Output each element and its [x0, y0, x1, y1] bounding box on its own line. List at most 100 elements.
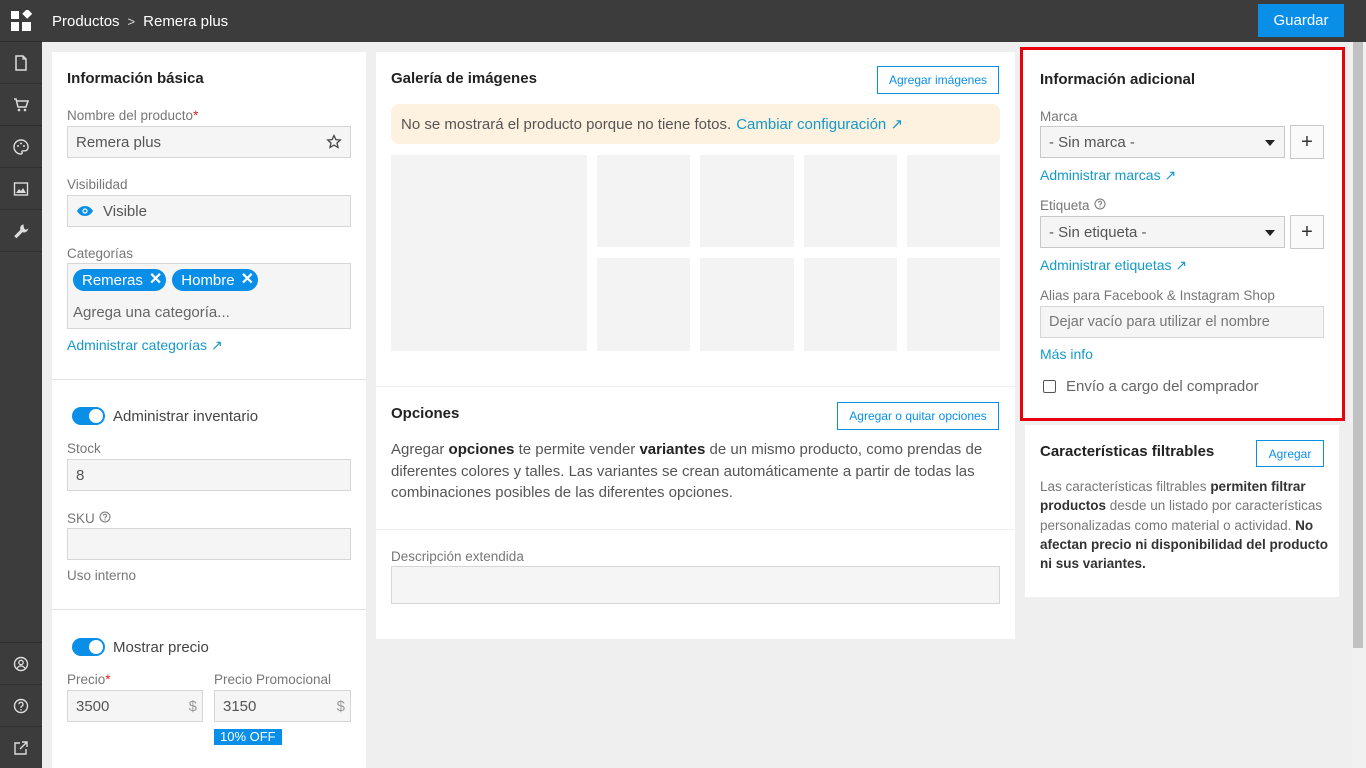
brand-select[interactable]: - Sin marca -: [1040, 126, 1285, 158]
more-info-link[interactable]: Más info: [1040, 346, 1093, 362]
show-price-label: Mostrar precio: [113, 638, 209, 656]
image-slot[interactable]: [804, 155, 897, 247]
buyer-shipping-row: Envío a cargo del comprador: [1043, 378, 1259, 395]
sku-input[interactable]: [67, 528, 351, 560]
inventory-toggle-label: Administrar inventario: [113, 407, 259, 425]
categories-input[interactable]: Remeras ✕ Hombre ✕ Agrega una categoría...: [67, 263, 351, 329]
description-panel: Descripción extendida: [376, 530, 1015, 639]
account-icon[interactable]: [0, 642, 42, 684]
additional-info-panel: Información adicional Marca - Sin marca …: [1020, 47, 1345, 421]
price-value: 3500: [76, 697, 110, 715]
help-icon[interactable]: [1094, 198, 1106, 213]
inventory-toggle[interactable]: [72, 407, 105, 425]
description-input[interactable]: [391, 566, 1000, 604]
tag-label: Etiqueta: [1040, 198, 1106, 213]
image-icon[interactable]: [0, 168, 42, 210]
palette-icon[interactable]: [0, 126, 42, 168]
vertical-scrollbar[interactable]: [1350, 42, 1366, 768]
filterable-features-description: Las características filtrables permiten …: [1040, 479, 1329, 572]
image-slot-main[interactable]: [391, 155, 587, 351]
breadcrumb: Productos > Remera plus: [52, 13, 228, 30]
categories-label: Categorías: [67, 246, 134, 261]
left-rail: [0, 0, 42, 768]
add-feature-button[interactable]: Agregar: [1256, 440, 1324, 467]
image-slot[interactable]: [700, 258, 794, 351]
scrollbar-thumb[interactable]: [1353, 42, 1363, 648]
buyer-shipping-checkbox[interactable]: [1043, 380, 1056, 393]
logo-icon[interactable]: [0, 0, 42, 42]
currency-symbol: $: [188, 697, 197, 715]
price-input[interactable]: 3500 $: [67, 690, 203, 722]
tag-select[interactable]: - Sin etiqueta -: [1040, 216, 1285, 248]
options-title: Opciones: [391, 405, 460, 422]
wrench-icon[interactable]: [0, 210, 42, 252]
options-panel: Opciones Agregar o quitar opciones Agreg…: [376, 387, 1015, 529]
add-tag-button[interactable]: +: [1290, 215, 1324, 249]
category-tag-label: Remeras: [82, 271, 143, 289]
eye-icon: [76, 205, 94, 217]
category-tag: Hombre ✕: [172, 269, 259, 291]
filterable-features-title: Características filtrables: [1040, 443, 1215, 460]
manage-brands-link[interactable]: Administrar marcas ↗: [1040, 167, 1176, 184]
remove-tag-icon[interactable]: ✕: [149, 272, 162, 288]
image-slot[interactable]: [907, 155, 1000, 247]
divider: [52, 379, 366, 380]
gallery-title: Galería de imágenes: [391, 70, 537, 87]
stock-input[interactable]: 8: [67, 459, 351, 491]
breadcrumb-current: Remera plus: [143, 12, 229, 30]
stock-value: 8: [76, 466, 85, 484]
price-label: Precio*: [67, 672, 111, 687]
sku-help-text: Uso interno: [67, 568, 137, 583]
image-slot[interactable]: [597, 155, 690, 247]
options-description: Agregar opciones te permite vender varia…: [391, 441, 983, 501]
add-images-button[interactable]: Agregar imágenes: [877, 66, 999, 94]
category-placeholder[interactable]: Agrega una categoría...: [73, 304, 230, 321]
product-name-value: Remera plus: [76, 133, 162, 151]
basic-info-panel: Información básica Nombre del producto* …: [52, 52, 366, 768]
category-tag-label: Hombre: [181, 271, 235, 289]
divider: [52, 609, 366, 610]
manage-categories-link[interactable]: Administrar categorías ↗: [67, 337, 223, 354]
save-button[interactable]: Guardar: [1258, 4, 1344, 37]
manage-tags-link[interactable]: Administrar etiquetas ↗: [1040, 257, 1187, 274]
alias-label: Alias para Facebook & Instagram Shop: [1040, 288, 1275, 303]
additional-info-title: Información adicional: [1040, 71, 1196, 88]
cart-icon[interactable]: [0, 84, 42, 126]
image-slot[interactable]: [907, 258, 1000, 351]
product-name-input[interactable]: Remera plus: [67, 126, 351, 158]
help-icon[interactable]: [99, 511, 111, 526]
description-label: Descripción extendida: [391, 549, 524, 564]
document-icon[interactable]: [0, 42, 42, 84]
breadcrumb-separator: >: [127, 13, 136, 29]
sku-label: SKU: [67, 511, 111, 526]
image-slot[interactable]: [597, 258, 690, 351]
top-bar: Productos > Remera plus Guardar: [42, 0, 1366, 42]
help-icon[interactable]: [0, 684, 42, 726]
promo-price-input[interactable]: 3150 $: [214, 690, 351, 722]
gallery-panel: Galería de imágenes Agregar imágenes No …: [376, 52, 1015, 386]
category-tag: Remeras ✕: [73, 269, 167, 291]
brand-label: Marca: [1040, 109, 1078, 124]
basic-info-title: Información básica: [67, 70, 204, 87]
image-slot[interactable]: [804, 258, 897, 351]
discount-badge: 10% OFF: [214, 729, 282, 745]
star-icon[interactable]: [326, 133, 342, 154]
alias-input[interactable]: Dejar vacío para utilizar el nombre: [1040, 306, 1324, 338]
inventory-toggle-row: Administrar inventario: [72, 407, 258, 425]
buyer-shipping-label: Envío a cargo del comprador: [1066, 378, 1259, 395]
promo-price-label: Precio Promocional: [214, 672, 332, 687]
edit-options-button[interactable]: Agregar o quitar opciones: [837, 402, 999, 430]
change-config-link[interactable]: Cambiar configuración ↗: [736, 115, 903, 133]
promo-price-value: 3150: [223, 697, 257, 715]
tag-value: - Sin etiqueta -: [1049, 223, 1147, 241]
warning-text: No se mostrará el producto porque no tie…: [401, 115, 732, 133]
visibility-select[interactable]: Visible: [67, 195, 351, 227]
brand-value: - Sin marca -: [1049, 133, 1135, 151]
image-slot[interactable]: [700, 155, 794, 247]
remove-tag-icon[interactable]: ✕: [241, 272, 254, 288]
external-link-icon[interactable]: [0, 726, 42, 768]
show-price-toggle[interactable]: [72, 638, 105, 656]
add-brand-button[interactable]: +: [1290, 125, 1324, 159]
chevron-down-icon: [1265, 140, 1275, 146]
breadcrumb-root[interactable]: Productos: [52, 13, 120, 30]
